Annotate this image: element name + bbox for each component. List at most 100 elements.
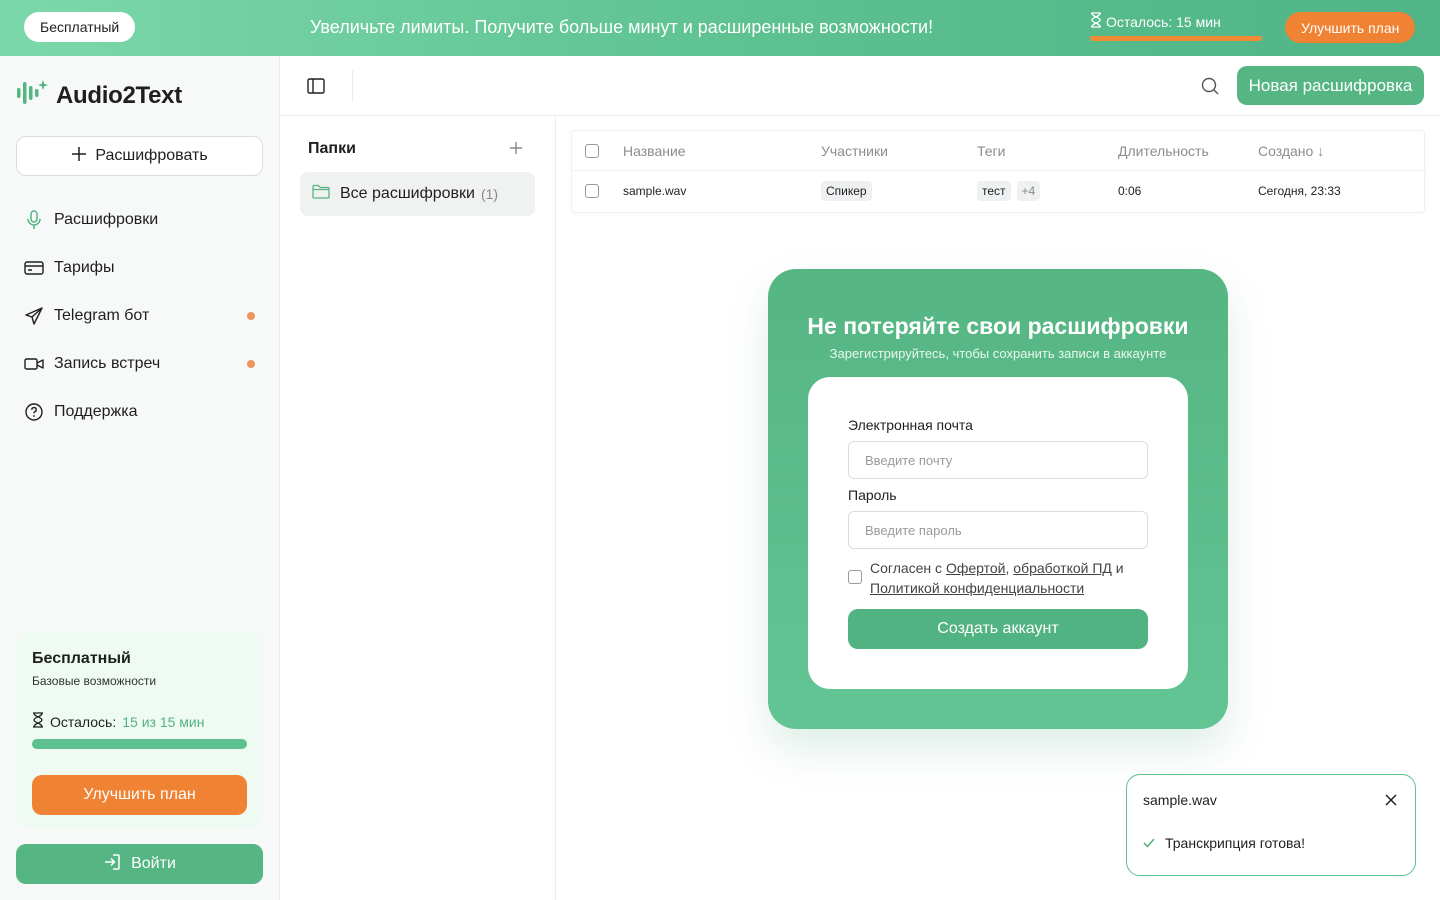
topbar: Новая расшифровка [280,56,1440,116]
signup-subtitle: Зарегистрируйтесь, чтобы сохранить запис… [829,346,1167,361]
logo[interactable]: Audio2Text [16,78,182,113]
login-icon [103,853,121,876]
help-icon [24,402,44,422]
app-name: Audio2Text [56,81,182,109]
plan-remaining-label: Осталось: [50,713,117,730]
banner-remaining: Осталось: 15 мин [1090,12,1262,41]
participant-badge: Спикер [821,181,872,201]
current-plan-chip: Бесплатный [24,12,136,42]
agreement-text: Согласен с Офертой, обработкой ПД и Поли… [870,558,1148,598]
folder-count: (1) [480,186,499,202]
search-icon[interactable] [1198,74,1222,98]
sidebar-item-meetings[interactable]: Запись встреч [16,340,263,388]
sidebar-upgrade-button[interactable]: Улучшить план [32,775,247,815]
banner-upgrade-button[interactable]: Улучшить план [1285,12,1416,43]
agree-and: и [1111,560,1124,576]
hourglass-icon [1090,12,1102,31]
login-label: Войти [131,855,176,872]
close-icon[interactable] [1382,791,1400,809]
signup-card: Не потеряйте свои расшифровки Зарегистри… [768,269,1228,729]
promo-message: Увеличьте лимиты. Получите больше минут … [310,17,934,37]
login-button[interactable]: Войти [16,844,263,884]
add-folder-icon[interactable] [506,138,526,158]
column-participants: Участники [821,143,888,159]
hourglass-icon [32,712,44,731]
select-all-checkbox-cell [585,131,599,171]
password-label: Пароль [848,487,897,503]
email-field[interactable] [848,441,1148,479]
password-field[interactable] [848,511,1148,549]
row-checkbox[interactable] [585,184,599,198]
folder-label: Все расшифровки [340,185,475,202]
plus-icon [71,146,87,167]
folder-icon [312,184,330,204]
row-duration: 0:06 [1118,184,1142,198]
table-row[interactable]: sample.wav Спикер тест +4 0:06 Сегодня, … [572,171,1426,211]
sidebar-item-support[interactable]: Поддержка [16,388,263,436]
pd-link[interactable]: обработкой ПД [1013,560,1112,576]
plan-name: Бесплатный [32,650,131,667]
audio-wave-logo-icon [16,78,48,113]
column-tags: Теги [977,143,1006,159]
sidebar-item-label: Telegram бот [54,307,150,324]
sidebar-nav: Расшифровки Тарифы Telegram бот Запись в… [16,196,263,436]
toast-message-text: Транскрипция готова! [1165,835,1305,851]
card-icon [24,258,44,278]
check-icon [1143,835,1155,851]
plan-remaining-bar [32,739,247,749]
notification-dot [247,312,255,320]
plan-description: Базовые возможности [32,674,157,688]
sidebar-item-label: Тарифы [54,259,115,276]
folders-panel: Папки Все расшифровки (1) [280,116,556,900]
send-icon [24,306,44,326]
banner-remaining-bar [1090,36,1262,41]
plan-remaining-value: 15 из 15 мин [122,713,205,730]
sidebar-item-label: Поддержка [54,403,138,420]
column-created[interactable]: Создано ↓ [1258,131,1324,171]
folder-item-all[interactable]: Все расшифровки (1) [300,172,535,216]
agreement: Согласен с Офертой, обработкой ПД и Поли… [848,558,1148,598]
create-account-button[interactable]: Создать аккаунт [848,609,1148,649]
sidebar-item-telegram[interactable]: Telegram бот [16,292,263,340]
video-icon [24,354,44,374]
table-header: Название Участники Теги Длительность Соз… [572,131,1426,171]
sidebar: Audio2Text Расшифровать Расшифровки Тари… [0,56,280,900]
transcribe-label: Расшифровать [95,147,208,164]
signup-title: Не потеряйте свои расшифровки [807,313,1189,339]
sidebar-item-pricing[interactable]: Тарифы [16,244,263,292]
new-transcription-button[interactable]: Новая расшифровка [1237,66,1424,105]
agree-checkbox[interactable] [848,570,862,584]
row-name[interactable]: sample.wav [623,171,686,211]
row-checkbox-cell [585,171,599,211]
sidebar-item-transcriptions[interactable]: Расшифровки [16,196,263,244]
privacy-link[interactable]: Политикой конфиденциальности [870,580,1084,596]
notification-dot [247,360,255,368]
agree-prefix: Согласен с [870,560,946,576]
sidebar-toggle-icon[interactable] [304,74,328,98]
promo-banner: Бесплатный Увеличьте лимиты. Получите бо… [0,0,1440,56]
row-participants: Спикер [821,171,872,211]
transcriptions-table: Название Участники Теги Длительность Соз… [571,130,1426,213]
offer-link[interactable]: Офертой [946,560,1006,576]
signup-form: Электронная почта Пароль Согласен с Офер… [808,377,1188,689]
row-created: Сегодня, 23:33 [1258,184,1341,198]
tag-badge: тест [977,181,1011,201]
column-duration[interactable]: Длительность [1118,131,1209,171]
more-tags-badge[interactable]: +4 [1016,181,1041,201]
banner-remaining-label: Осталось: 15 мин [1106,13,1221,30]
select-all-checkbox[interactable] [585,144,599,158]
email-label: Электронная почта [848,417,973,433]
plan-card: Бесплатный Базовые возможности Осталось:… [16,632,263,828]
transcribe-button[interactable]: Расшифровать [16,136,263,176]
sidebar-item-label: Запись встреч [54,355,161,372]
sidebar-item-label: Расшифровки [54,211,159,228]
folders-title: Папки [308,140,356,157]
toast-filename: sample.wav [1143,792,1217,808]
mic-icon [24,210,44,230]
plan-remaining: Осталось: 15 из 15 мин [32,712,247,731]
notification-toast: sample.wav Транскрипция готова! [1126,774,1416,876]
toast-message: Транскрипция готова! [1143,835,1305,851]
row-tags: тест +4 [977,171,1041,211]
column-name[interactable]: Название [623,131,686,171]
divider [352,70,353,102]
